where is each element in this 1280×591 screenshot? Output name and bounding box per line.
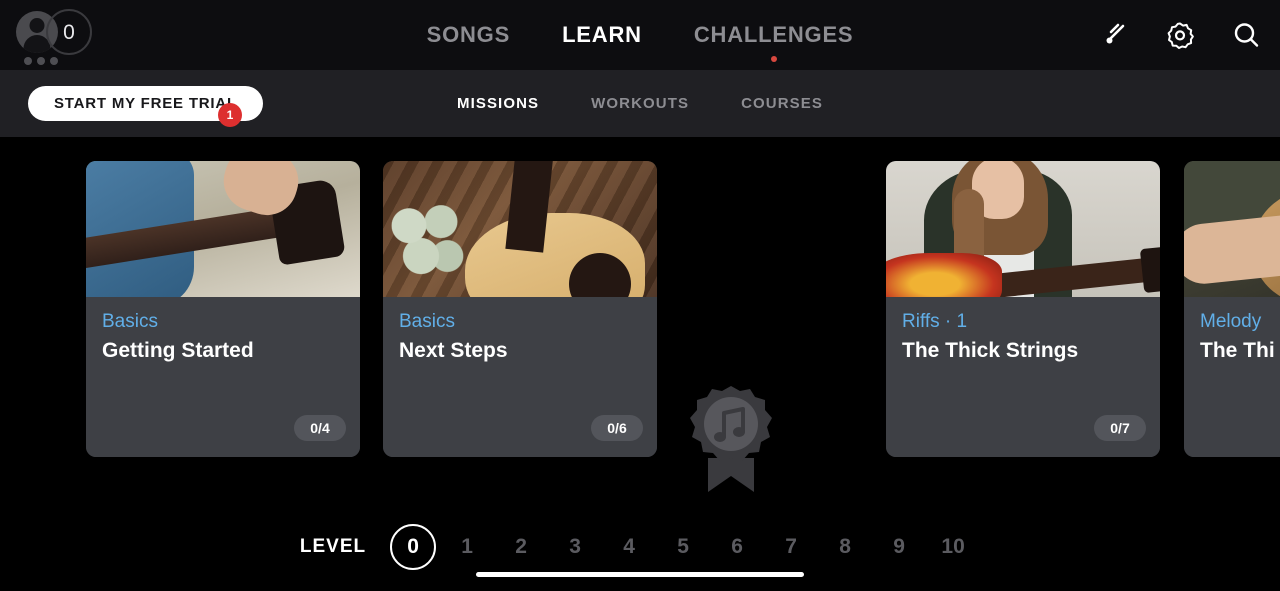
- top-nav-icon-group: [1098, 0, 1262, 70]
- card-body: Basics Next Steps 0/6: [383, 297, 657, 457]
- photo-shape: [1139, 244, 1160, 294]
- nav-item-challenges[interactable]: CHALLENGES: [692, 18, 856, 62]
- level-button-1[interactable]: 1: [444, 524, 490, 570]
- nav-item-learn[interactable]: LEARN: [560, 18, 644, 52]
- card-thumbnail: [886, 161, 1160, 315]
- card-body: Riffs · 1 The Thick Strings 0/7: [886, 297, 1160, 457]
- mission-card[interactable]: Basics Next Steps 0/6: [383, 161, 657, 457]
- sub-navigation-bar: START MY FREE TRIAL MISSIONS WORKOUTS CO…: [0, 70, 1280, 137]
- content-area: Basics Getting Started 0/4 Basics Next S…: [0, 137, 1280, 591]
- nav-item-songs[interactable]: SONGS: [425, 18, 512, 52]
- card-category: Riffs · 1: [902, 311, 968, 332]
- card-thumbnail: [1184, 161, 1280, 307]
- card-progress-badge: 0/7: [1094, 415, 1146, 441]
- card-title: The Thick Strings: [902, 339, 1079, 362]
- card-body: Basics Getting Started 0/4: [86, 297, 360, 457]
- card-category: Basics: [102, 311, 158, 332]
- card-body: Melody The Thi: [1184, 297, 1280, 457]
- card-progress-badge: 0/4: [294, 415, 346, 441]
- card-title: Next Steps: [399, 339, 508, 362]
- horizontal-scrollbar[interactable]: [476, 572, 804, 577]
- level-button-6[interactable]: 6: [714, 524, 760, 570]
- card-thumbnail: [86, 161, 360, 307]
- notification-dot-icon: [770, 56, 777, 62]
- tab-missions[interactable]: MISSIONS: [457, 95, 539, 112]
- mission-card[interactable]: Basics Getting Started 0/4: [86, 161, 360, 457]
- card-progress-badge: 0/6: [591, 415, 643, 441]
- card-category: Basics: [399, 311, 455, 332]
- tab-courses[interactable]: COURSES: [741, 95, 823, 112]
- level-button-0[interactable]: 0: [390, 524, 437, 570]
- main-nav-items: SONGS LEARN CHALLENGES: [0, 0, 1280, 70]
- top-navigation-bar: 0 SONGS LEARN CHALLENGES: [0, 0, 1280, 70]
- mission-card[interactable]: Melody The Thi: [1184, 161, 1280, 457]
- tab-workouts[interactable]: WORKOUTS: [591, 95, 689, 112]
- card-thumbnail: [383, 161, 657, 333]
- trial-notification-badge: 1: [218, 103, 242, 127]
- gear-icon[interactable]: [1164, 19, 1196, 51]
- card-title: The Thi: [1200, 339, 1275, 362]
- level-button-2[interactable]: 2: [498, 524, 544, 570]
- level-button-3[interactable]: 3: [552, 524, 598, 570]
- app-root: 0 SONGS LEARN CHALLENGES START MY FREE T…: [0, 0, 1280, 591]
- level-button-8[interactable]: 8: [822, 524, 868, 570]
- level-button-10[interactable]: 10: [930, 524, 976, 570]
- level-button-7[interactable]: 7: [768, 524, 814, 570]
- nav-item-challenges-label: CHALLENGES: [693, 22, 854, 47]
- level-label: LEVEL: [299, 536, 367, 557]
- level-button-5[interactable]: 5: [660, 524, 706, 570]
- search-icon[interactable]: [1230, 19, 1262, 51]
- mission-card[interactable]: Riffs · 1 The Thick Strings 0/7: [886, 161, 1160, 457]
- sub-nav-tabs: MISSIONS WORKOUTS COURSES: [0, 70, 1280, 137]
- photo-shape: [385, 197, 465, 279]
- tuner-fork-icon[interactable]: [1098, 19, 1130, 51]
- card-title: Getting Started: [102, 339, 254, 362]
- mission-card-row[interactable]: Basics Getting Started 0/4 Basics Next S…: [0, 137, 1280, 492]
- level-button-4[interactable]: 4: [606, 524, 652, 570]
- card-category: Melody: [1200, 311, 1262, 332]
- level-button-9[interactable]: 9: [876, 524, 922, 570]
- music-note-award-medal-icon: [680, 380, 782, 510]
